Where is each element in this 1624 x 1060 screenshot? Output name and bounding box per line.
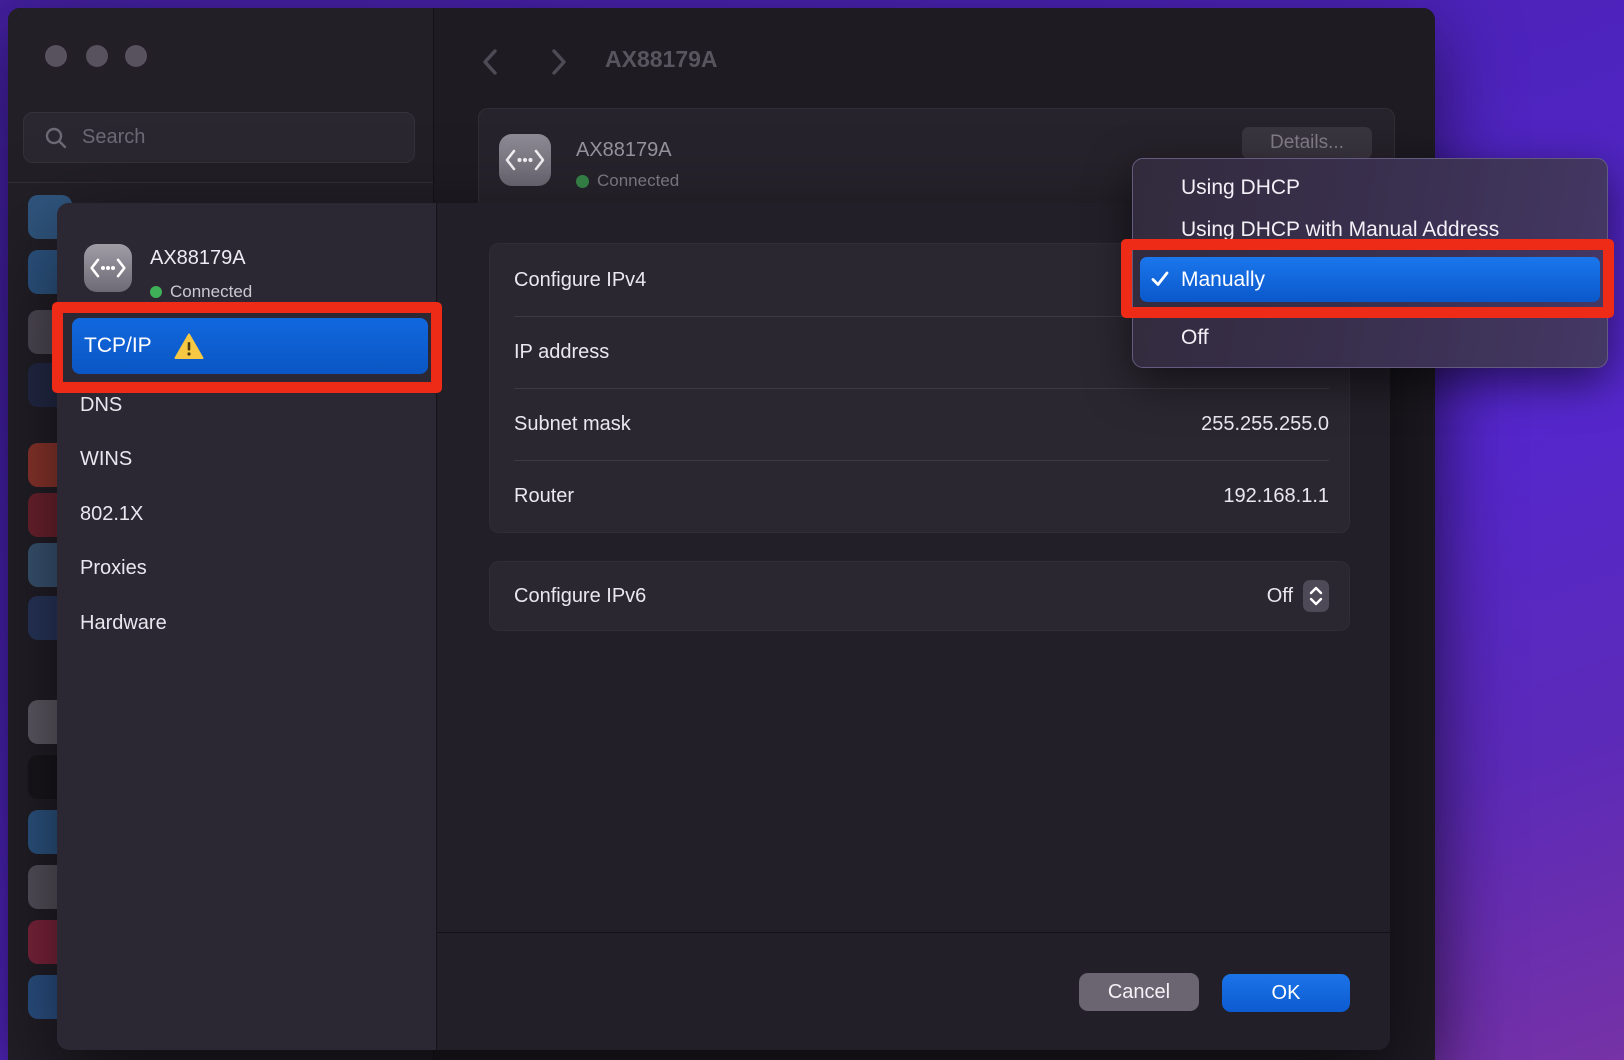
sidebar-item-label: WINS bbox=[80, 448, 132, 471]
status-dot bbox=[150, 286, 162, 298]
ethernet-adapter-icon bbox=[84, 244, 132, 292]
configure-ipv6-popup[interactable]: Off bbox=[1267, 580, 1329, 612]
sidebar-item-label: Proxies bbox=[80, 557, 147, 580]
device-name: AX88179A bbox=[576, 139, 672, 162]
details-button[interactable]: Details... bbox=[1242, 127, 1372, 159]
row-label: Configure IPv4 bbox=[514, 269, 646, 292]
sidebar-item-8021x[interactable]: 802.1X bbox=[72, 494, 428, 534]
back-button[interactable] bbox=[474, 46, 504, 78]
search-input[interactable]: Search bbox=[23, 112, 415, 163]
row-label: Router bbox=[514, 485, 574, 508]
sidebar-divider bbox=[8, 182, 433, 183]
annotation-rectangle-manually bbox=[1121, 239, 1614, 318]
form-row-router: Router 192.168.1.1 bbox=[490, 460, 1349, 532]
sidebar-item-label: 802.1X bbox=[80, 503, 143, 526]
popup-stepper-icon bbox=[1303, 580, 1329, 612]
sidebar-item-proxies[interactable]: Proxies bbox=[72, 548, 428, 588]
forward-button[interactable] bbox=[544, 46, 574, 78]
device-name: AX88179A bbox=[150, 247, 246, 270]
form-row-subnet-mask: Subnet mask 255.255.255.0 bbox=[490, 388, 1349, 460]
row-label: IP address bbox=[514, 341, 609, 364]
minimize-button[interactable] bbox=[86, 45, 108, 67]
subnet-mask-field[interactable]: 255.255.255.0 bbox=[1201, 413, 1329, 436]
sidebar-item-hardware[interactable]: Hardware bbox=[72, 603, 428, 643]
sidebar-item-wins[interactable]: WINS bbox=[72, 439, 428, 479]
popup-value: Off bbox=[1267, 585, 1293, 608]
chevron-left-icon bbox=[481, 48, 498, 76]
menu-item-using-dhcp[interactable]: Using DHCP bbox=[1140, 167, 1600, 209]
chevron-right-icon bbox=[551, 48, 568, 76]
router-field[interactable]: 192.168.1.1 bbox=[1223, 485, 1329, 508]
status-text: Connected bbox=[170, 282, 252, 302]
ok-button[interactable]: OK bbox=[1222, 974, 1350, 1012]
zoom-button[interactable] bbox=[125, 45, 147, 67]
status-text: Connected bbox=[597, 171, 679, 191]
search-icon bbox=[44, 126, 68, 150]
sidebar-item-label: DNS bbox=[80, 394, 122, 417]
menu-item-label: Using DHCP bbox=[1181, 176, 1300, 200]
menu-item-off[interactable]: Off bbox=[1140, 317, 1600, 359]
sidebar-item-label: Hardware bbox=[80, 612, 167, 635]
menu-item-label: Off bbox=[1181, 326, 1209, 350]
close-button[interactable] bbox=[45, 45, 67, 67]
annotation-rectangle-tcpip bbox=[52, 302, 442, 393]
row-label: Configure IPv6 bbox=[514, 585, 646, 608]
ethernet-adapter-icon bbox=[499, 134, 551, 186]
row-label: Subnet mask bbox=[514, 413, 631, 436]
page-title: AX88179A bbox=[605, 46, 718, 73]
status-dot bbox=[576, 175, 589, 188]
footer-divider bbox=[437, 932, 1390, 933]
cancel-button[interactable]: Cancel bbox=[1079, 973, 1199, 1011]
search-placeholder: Search bbox=[82, 126, 145, 149]
ipv6-settings-card: Configure IPv6 Off bbox=[489, 561, 1350, 631]
